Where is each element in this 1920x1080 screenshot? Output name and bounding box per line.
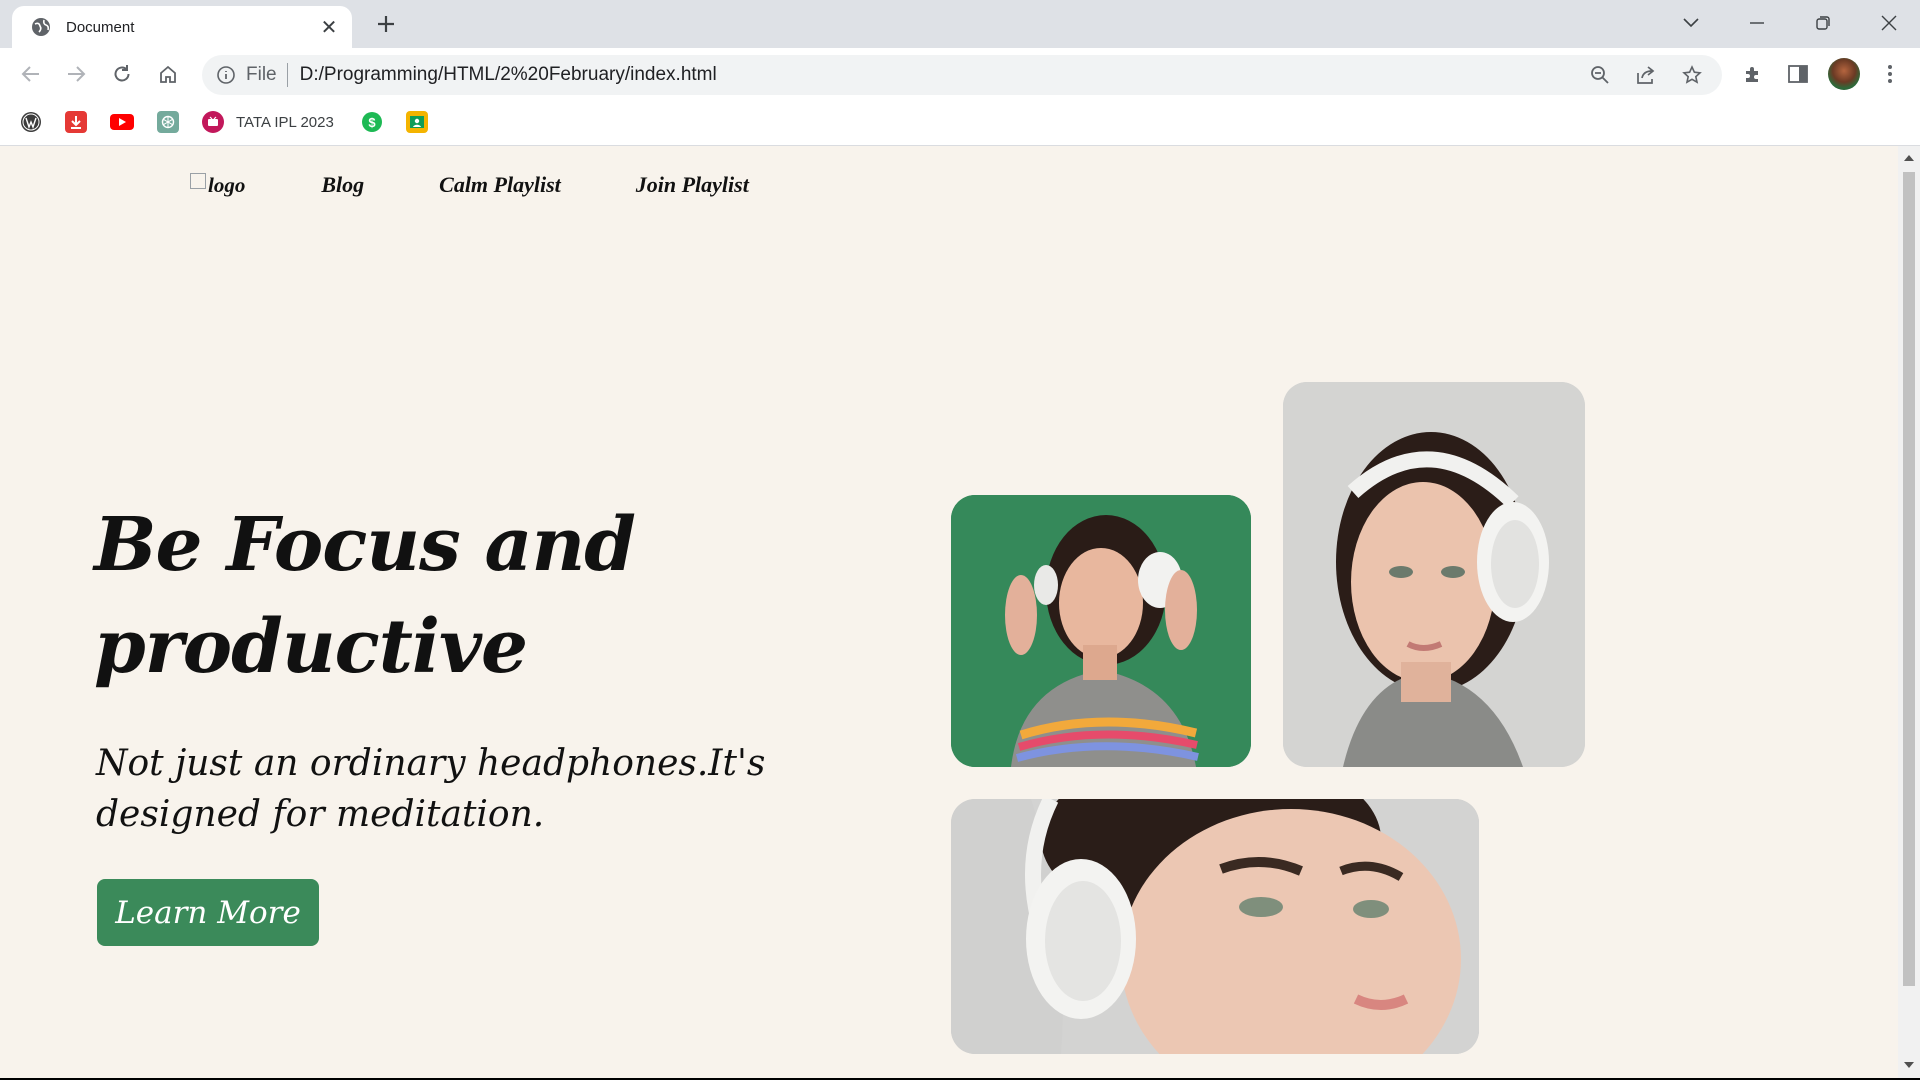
bookmark-classroom[interactable] [406,110,428,134]
chatgpt-icon [157,111,179,133]
close-tab-icon[interactable]: ✕ [318,16,340,39]
hero-title-line-1: Be Focus and [94,502,636,588]
omnibox-divider [286,63,288,87]
dollar-icon: $ [362,112,382,132]
forward-arrow-icon[interactable] [62,60,90,88]
scheme-label: File [246,64,277,85]
hero-image-portrait [1283,382,1585,767]
extensions-puzzle-icon[interactable] [1739,60,1767,88]
home-icon[interactable] [154,60,182,88]
nav-link-join-playlist[interactable]: Join Playlist [636,172,749,198]
bookmark-chatgpt[interactable] [157,110,179,134]
hero-image-closeup [951,799,1479,1054]
bookmark-wordpress[interactable] [20,110,42,134]
nav-link-blog[interactable]: Blog [321,172,364,198]
bookmarks-bar: TATA IPL 2023 $ [0,100,1920,146]
bookmark-ipl[interactable]: TATA IPL 2023 [202,110,334,134]
more-menu-icon[interactable] [1876,60,1904,88]
back-arrow-icon[interactable] [17,60,45,88]
learn-more-button[interactable]: Learn More [97,879,319,946]
youtube-icon [110,114,134,130]
address-bar[interactable]: File D:/Programming/HTML/2%20February/in… [202,55,1722,95]
profile-avatar[interactable] [1828,58,1860,90]
broken-image-icon [190,173,206,189]
close-window-button[interactable] [1866,8,1912,38]
site-nav: logo Blog Calm Playlist Join Playlist [190,172,749,198]
side-panel-icon[interactable] [1784,60,1812,88]
hero-title-line-2: productive [94,604,528,690]
reload-icon[interactable] [108,60,136,88]
bookmark-youtube[interactable] [110,110,134,134]
page-scrollbar[interactable] [1898,146,1920,1078]
page-viewport: logo Blog Calm Playlist Join Playlist Be… [0,146,1898,1078]
google-classroom-icon [406,111,428,133]
tab-search-icon[interactable] [1668,8,1714,38]
site-logo[interactable]: logo [190,173,245,198]
bookmark-download[interactable] [65,110,87,134]
wordpress-icon [20,111,42,133]
zoom-out-icon[interactable] [1584,59,1616,91]
url-text[interactable]: D:/Programming/HTML/2%20February/index.h… [300,64,1584,86]
hero-title: Be Focus and productive [94,494,854,698]
bookmark-label: TATA IPL 2023 [236,113,334,131]
new-tab-button[interactable] [372,10,400,38]
bookmark-dollar[interactable]: $ [362,110,382,134]
share-icon[interactable] [1630,59,1662,91]
info-icon[interactable] [214,63,238,87]
globe-icon [30,16,52,38]
hero-image-green [951,495,1251,767]
scroll-down-arrow-icon[interactable] [1903,1058,1915,1072]
scroll-up-arrow-icon[interactable] [1903,151,1915,165]
hero-subtitle: Not just an ordinary headphones.It's des… [96,743,766,835]
bookmark-star-icon[interactable] [1676,59,1708,91]
browser-tab[interactable]: Document ✕ [12,6,352,48]
tab-strip: Document ✕ [0,0,1920,48]
logo-alt-text: logo [208,172,246,197]
restore-button[interactable] [1800,8,1846,38]
jiocinema-icon [202,111,224,133]
download-icon [65,111,87,133]
nav-link-calm-playlist[interactable]: Calm Playlist [439,172,561,198]
minimize-button[interactable] [1734,8,1780,38]
browser-toolbar: File D:/Programming/HTML/2%20February/in… [0,48,1920,100]
tab-title: Document [66,18,135,36]
scroll-thumb[interactable] [1903,172,1915,986]
